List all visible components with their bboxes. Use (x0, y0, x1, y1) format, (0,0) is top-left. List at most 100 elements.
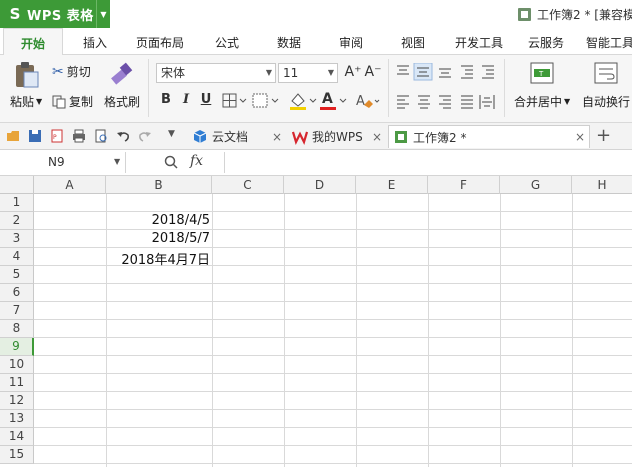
window-title: 工作簿2 * [兼容模 (518, 6, 632, 23)
ribbon-separator (504, 59, 505, 117)
print-icon[interactable] (72, 129, 86, 143)
row-header[interactable]: 6 (0, 284, 34, 302)
font-size-select[interactable]: 11 ▼ (278, 63, 338, 83)
ribbon-home: 粘贴 ▼ ✂ 剪切 复制 格式刷 宋体 ▼ 11 ▼ A⁺ A⁻ B I U A A (0, 55, 632, 123)
doc-tab-cloud-docs[interactable]: 云文档 × (188, 125, 286, 148)
copy-button[interactable]: 复制 (52, 93, 93, 110)
shrink-font-button[interactable]: A⁻ (364, 64, 382, 80)
scissors-icon: ✂ (52, 63, 64, 80)
vertical-align-group (394, 62, 498, 81)
wrap-text-icon[interactable] (594, 61, 618, 85)
paste-button[interactable] (12, 61, 40, 89)
row-header-selected[interactable]: 9 (0, 338, 34, 356)
redo-icon[interactable] (138, 129, 152, 143)
font-name-select[interactable]: 宋体 ▼ (156, 63, 276, 83)
align-bottom-icon (439, 68, 451, 78)
quick-access-toolbar: P ▼ 云文档 × 我的WPS × 工作簿2 * × + (0, 123, 632, 150)
cell-B2[interactable]: 2018/4/5 (106, 213, 210, 228)
open-folder-icon[interactable] (6, 129, 20, 143)
column-header[interactable]: B (106, 176, 212, 194)
column-header[interactable]: E (356, 176, 428, 194)
export-pdf-icon[interactable]: P (50, 129, 64, 143)
select-all-corner[interactable] (0, 176, 34, 194)
save-icon[interactable] (28, 129, 42, 143)
underline-button[interactable]: U (198, 92, 214, 107)
grow-font-button[interactable]: A⁺ (344, 64, 362, 80)
row-header[interactable]: 15 (0, 446, 34, 464)
name-box-value: N9 (48, 155, 65, 169)
chevron-down-icon[interactable]: ▼ (168, 129, 175, 139)
merge-center-icon[interactable]: T (530, 61, 554, 85)
name-box[interactable]: N9 ▼ (0, 152, 126, 173)
row-header[interactable]: 1 (0, 194, 34, 212)
eraser-icon: A (356, 94, 380, 109)
row-header[interactable]: 2 (0, 212, 34, 230)
row-header[interactable]: 4 (0, 248, 34, 266)
wps-w-icon (292, 131, 308, 145)
tab-smart-tools[interactable]: 智能工具 (582, 28, 632, 55)
align-top-icon (397, 65, 409, 75)
ribbon-separator (388, 59, 389, 117)
zoom-search-icon[interactable] (164, 155, 178, 169)
chevron-down-icon[interactable]: ▼ (96, 0, 110, 28)
close-icon[interactable]: × (575, 130, 585, 144)
close-icon[interactable]: × (272, 130, 282, 144)
cell-style-button[interactable] (252, 93, 282, 109)
row-header[interactable]: 14 (0, 428, 34, 446)
fx-icon[interactable]: fx (190, 153, 203, 169)
column-header[interactable]: C (212, 176, 284, 194)
font-color-button[interactable]: A (320, 91, 350, 111)
new-tab-plus-icon[interactable]: + (596, 125, 611, 146)
tab-cloud-services[interactable]: 云服务 (520, 28, 572, 55)
tab-view[interactable]: 视图 (390, 28, 436, 55)
borders-button[interactable] (222, 93, 250, 109)
tab-formulas[interactable]: 公式 (204, 28, 250, 55)
row-header[interactable]: 12 (0, 392, 34, 410)
doc-tab-label: 云文档 (212, 130, 249, 144)
bold-button[interactable]: B (158, 92, 174, 107)
row-header[interactable]: 8 (0, 320, 34, 338)
undo-icon[interactable] (116, 129, 130, 143)
clear-format-button[interactable]: A (354, 91, 382, 111)
cut-button[interactable]: ✂ 剪切 (52, 63, 91, 80)
fill-color-button[interactable] (288, 91, 318, 111)
tab-data[interactable]: 数据 (266, 28, 312, 55)
tab-developer[interactable]: 开发工具 (448, 28, 510, 55)
merge-center-button[interactable]: 合并居中 ▼ (514, 93, 570, 110)
format-painter-icon[interactable] (110, 61, 134, 85)
app-name: WPS 表格 (27, 8, 94, 24)
app-menu-button[interactable]: S WPS 表格 ▼ (0, 0, 110, 28)
close-icon[interactable]: × (372, 130, 382, 144)
cell-B3[interactable]: 2018/5/7 (106, 231, 210, 246)
cell-B4[interactable]: 2018年4月7日 (106, 249, 210, 268)
print-preview-icon[interactable] (94, 129, 108, 143)
doc-tab-my-wps[interactable]: 我的WPS × (288, 125, 386, 148)
tab-home[interactable]: 开始 (3, 28, 63, 56)
row-header[interactable]: 11 (0, 374, 34, 392)
tab-review[interactable]: 审阅 (328, 28, 374, 55)
paste-label-button[interactable]: 粘贴 ▼ (10, 93, 42, 110)
column-header[interactable]: F (428, 176, 500, 194)
doc-tab-workbook2[interactable]: 工作簿2 * × (388, 125, 590, 148)
ribbon-separator (148, 59, 149, 117)
row-header[interactable]: 7 (0, 302, 34, 320)
column-header[interactable]: H (572, 176, 632, 194)
row-header[interactable]: 3 (0, 230, 34, 248)
chevron-down-icon: ▼ (265, 68, 272, 77)
align-right-icon (439, 95, 451, 109)
chevron-down-icon: ▼ (327, 68, 334, 77)
column-header[interactable]: A (34, 176, 106, 194)
tab-insert[interactable]: 插入 (70, 28, 120, 55)
formula-input[interactable] (224, 152, 632, 173)
indent-increase-icon (482, 65, 494, 79)
wrap-text-button[interactable]: 自动换行 (582, 93, 630, 110)
italic-button[interactable]: I (178, 92, 194, 107)
row-header[interactable]: 5 (0, 266, 34, 284)
svg-text:P: P (53, 134, 57, 141)
format-painter-button[interactable]: 格式刷 (104, 93, 140, 110)
column-header[interactable]: G (500, 176, 572, 194)
tab-page-layout[interactable]: 页面布局 (128, 28, 192, 55)
row-header[interactable]: 13 (0, 410, 34, 428)
row-header[interactable]: 10 (0, 356, 34, 374)
column-header[interactable]: D (284, 176, 356, 194)
